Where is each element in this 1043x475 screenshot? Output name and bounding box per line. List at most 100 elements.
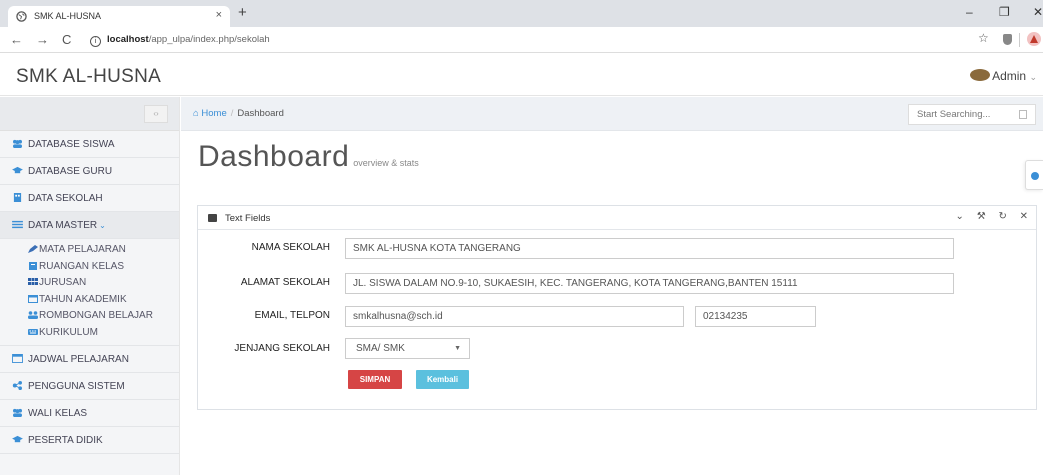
portlet-title: Text Fields <box>225 213 271 224</box>
sidebar-item-label: DATA MASTER <box>28 220 98 231</box>
sidebar-subitem-tahun-akademik[interactable]: TAHUN AKADEMIK <box>0 292 179 309</box>
email-input[interactable]: smkalhusna@sch.id <box>345 306 684 327</box>
portlet-header: Text Fields ⌄ ⚒ ↻ ✕ <box>198 206 1036 230</box>
chevron-down-icon: ▼ <box>454 345 461 352</box>
sidebar-submenu: MATA PELAJARAN RUANGAN KELAS JURUSAN TAH… <box>0 239 179 346</box>
tab-close-button[interactable]: × <box>216 9 222 21</box>
sidebar: ‹› DATABASE SISWA DATABASE GURU DATA SEK… <box>0 97 180 475</box>
jenjang-sekolah-select[interactable]: SMA/ SMK ▼ <box>345 338 470 359</box>
back-icon[interactable]: ← <box>10 32 23 47</box>
address-bar: ← → C i localhost/app_ulpa/index.php/seko… <box>0 27 1043 53</box>
browser-tab[interactable]: SMK AL-HUSNA × <box>8 6 230 27</box>
building-icon <box>29 261 37 270</box>
reload-icon[interactable]: ↻ <box>998 211 1006 222</box>
chevron-down-icon: ⌄ <box>99 221 106 230</box>
jenjang-sekolah-label: JENJANG SEKOLAH <box>234 343 330 354</box>
sidebar-item-label: PENGGUNA SISTEM <box>28 381 125 392</box>
home-icon[interactable]: ⌂ <box>193 108 199 119</box>
url-host: localhost <box>107 34 149 45</box>
sidebar-subitem-label: TAHUN AKADEMIK <box>39 293 127 305</box>
sidebar-item-label: DATABASE SISWA <box>28 139 115 150</box>
browser-tab-bar: SMK AL-HUSNA × + – ❐ ✕ <box>0 0 1043 27</box>
url-input[interactable]: i localhost/app_ulpa/index.php/sekolah <box>90 31 940 49</box>
graduation-cap-icon <box>12 166 23 174</box>
globe-icon <box>16 11 27 22</box>
telpon-input[interactable]: 02134235 <box>695 306 816 327</box>
page-subtitle: overview & stats <box>353 158 419 168</box>
sidebar-subitem-kurikulum[interactable]: KURIKULUM <box>0 325 179 342</box>
settings-toggle[interactable] <box>1025 160 1043 190</box>
profile-avatar-icon[interactable] <box>1027 32 1041 46</box>
sidebar-subitem-label: RUANGAN KELAS <box>39 260 125 272</box>
sidebar-item-database-guru[interactable]: DATABASE GURU <box>0 158 179 185</box>
breadcrumb-separator: / <box>230 108 234 119</box>
list-icon <box>12 220 23 229</box>
sidebar-item-label: DATA SEKOLAH <box>28 193 103 204</box>
wrench-icon[interactable]: ⚒ <box>977 211 986 222</box>
brand-logo[interactable]: SMK AL-HUSNA <box>16 66 161 88</box>
sidebar-subitem-ruangan-kelas[interactable]: RUANGAN KELAS <box>0 259 179 276</box>
page-title-text: Dashboard <box>198 140 350 173</box>
nama-sekolah-label: NAMA SEKOLAH <box>251 242 330 253</box>
users-icon <box>28 311 38 319</box>
sidebar-toggle-button[interactable]: ‹› <box>144 105 168 123</box>
sidebar-item-label: DATABASE GURU <box>28 166 113 177</box>
share-icon <box>12 381 22 390</box>
user-name: Admin <box>992 69 1027 83</box>
sidebar-subitem-mata-pelajaran[interactable]: MATA PELAJARAN <box>0 242 179 259</box>
grid-icon <box>28 278 38 285</box>
portlet-tools: ⌄ ⚒ ↻ ✕ <box>946 211 1028 222</box>
close-window-button[interactable]: ✕ <box>1033 5 1043 19</box>
alamat-sekolah-label: ALAMAT SEKOLAH <box>240 277 330 288</box>
keyboard-icon <box>28 328 38 335</box>
alamat-sekolah-input[interactable]: JL. SISWA DALAM NO.9-10, SUKAESIH, KEC. … <box>345 273 954 294</box>
toolbar-divider <box>1019 33 1020 47</box>
breadcrumb: ⌂ Home / Dashboard <box>193 108 284 119</box>
close-icon[interactable]: ✕ <box>1020 211 1028 222</box>
breadcrumb-bar: ⌂ Home / Dashboard Start Searching... <box>181 97 1043 131</box>
sidebar-item-data-master[interactable]: DATA MASTER ⌄ <box>0 212 179 239</box>
forward-icon[interactable]: → <box>36 32 49 47</box>
new-tab-button[interactable]: + <box>238 4 247 21</box>
page-title: Dashboard overview & stats <box>198 140 419 174</box>
building-icon <box>13 193 22 202</box>
calendar-icon <box>12 354 23 363</box>
simpan-button[interactable]: SIMPAN <box>348 370 402 389</box>
email-telpon-label: EMAIL, TELPON <box>254 310 330 321</box>
graduation-cap-icon <box>12 435 23 443</box>
sidebar-item-wali-kelas[interactable]: WALI KELAS <box>0 400 179 427</box>
collapse-icon[interactable]: ⌄ <box>956 211 964 222</box>
sidebar-subitem-label: MATA PELAJARAN <box>39 244 126 255</box>
sidebar-item-data-sekolah[interactable]: DATA SEKOLAH <box>0 185 179 212</box>
users-icon <box>13 139 22 148</box>
maximize-button[interactable]: ❐ <box>999 5 1010 19</box>
breadcrumb-current: Dashboard <box>237 108 284 119</box>
sidebar-subitem-jurusan[interactable]: JURUSAN <box>0 275 179 292</box>
sidebar-toggle-row: ‹› <box>0 97 179 131</box>
sidebar-item-pengguna-sistem[interactable]: PENGGUNA SISTEM <box>0 373 179 400</box>
nama-sekolah-input[interactable]: SMK AL-HUSNA KOTA TANGERANG <box>345 238 954 259</box>
breadcrumb-home-link[interactable]: Home <box>201 108 226 119</box>
sidebar-item-jadwal-pelajaran[interactable]: JADWAL PELAJARAN <box>0 346 179 373</box>
extension-icon[interactable] <box>1003 34 1012 45</box>
search-input[interactable]: Start Searching... <box>908 104 1036 125</box>
sidebar-subitem-rombongan-belajar[interactable]: ROMBONGAN BELAJAR <box>0 308 179 325</box>
sidebar-item-peserta-didik[interactable]: PESERTA DIDIK <box>0 427 179 454</box>
gear-icon <box>1031 172 1039 180</box>
sidebar-subitem-label: ROMBONGAN BELAJAR <box>39 310 153 321</box>
minimize-button[interactable]: – <box>966 5 973 19</box>
kembali-button[interactable]: Kembali <box>416 370 469 389</box>
jenjang-selected-value: SMA/ SMK <box>356 343 405 354</box>
sidebar-item-database-siswa[interactable]: DATABASE SISWA <box>0 131 179 158</box>
search-icon[interactable] <box>1019 110 1027 119</box>
calendar-icon <box>28 294 38 303</box>
chevron-down-icon: ⌄ <box>1029 72 1037 82</box>
user-menu[interactable]: Admin ⌄ <box>970 69 1037 83</box>
bookmark-star-icon[interactable]: ☆ <box>978 31 989 45</box>
sidebar-subitem-label: KURIKULUM <box>39 326 98 338</box>
info-icon[interactable]: i <box>90 36 101 47</box>
sidebar-item-label: JADWAL PELAJARAN <box>28 354 129 365</box>
sidebar-item-label: WALI KELAS <box>28 408 88 419</box>
avatar <box>970 69 991 81</box>
reload-icon[interactable]: C <box>62 32 71 47</box>
